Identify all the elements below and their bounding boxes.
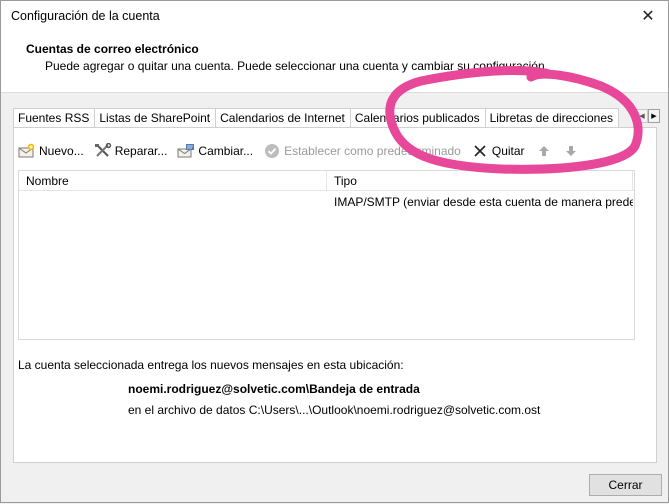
tab-strip: Fuentes RSS Listas de SharePoint Calenda… bbox=[13, 108, 620, 128]
tab-internet-calendars[interactable]: Calendarios de Internet bbox=[215, 108, 351, 128]
change-button[interactable]: Cambiar... bbox=[177, 143, 253, 159]
account-settings-window: Configuración de la cuenta ✕ Cuentas de … bbox=[0, 0, 669, 503]
new-button[interactable]: Nuevo... bbox=[18, 143, 84, 159]
header-panel: Cuentas de correo electrónico Puede agre… bbox=[1, 33, 668, 93]
delivery-location-text: La cuenta seleccionada entrega los nuevo… bbox=[18, 358, 404, 372]
repair-button[interactable]: Reparar... bbox=[94, 143, 168, 159]
tab-scroll: ◀ ▶ bbox=[636, 109, 660, 123]
set-default-button[interactable]: Establecer como predeterminado bbox=[263, 143, 461, 159]
tab-address-books[interactable]: Libretas de direcciones bbox=[484, 108, 620, 128]
column-header-type[interactable]: Tipo bbox=[327, 171, 633, 191]
account-name-cell bbox=[19, 193, 327, 211]
title-bar: Configuración de la cuenta ✕ bbox=[1, 1, 668, 33]
change-icon bbox=[177, 143, 195, 159]
table-row[interactable]: IMAP/SMTP (enviar desde esta cuenta de m… bbox=[19, 193, 634, 211]
remove-x-icon bbox=[471, 143, 489, 159]
tab-scroll-left-icon[interactable]: ◀ bbox=[636, 109, 648, 123]
toolbar: Nuevo... Reparar... Cambiar... Establece… bbox=[18, 141, 593, 161]
tab-rss-feeds[interactable]: Fuentes RSS bbox=[13, 108, 96, 128]
list-header: Nombre Tipo bbox=[19, 171, 634, 191]
tab-published-calendars[interactable]: Calendarios publicados bbox=[349, 108, 486, 128]
remove-button-label: Quitar bbox=[491, 144, 525, 158]
column-header-name[interactable]: Nombre bbox=[19, 171, 327, 191]
window-title: Configuración de la cuenta bbox=[11, 9, 160, 23]
remove-button[interactable]: Quitar bbox=[471, 143, 525, 159]
set-default-button-label: Establecer como predeterminado bbox=[284, 144, 461, 158]
new-account-icon bbox=[18, 143, 36, 159]
close-button[interactable]: Cerrar bbox=[589, 474, 662, 496]
accounts-list: Nombre Tipo IMAP/SMTP (enviar desde esta… bbox=[18, 170, 635, 340]
move-down-button[interactable] bbox=[562, 143, 583, 159]
header-title: Cuentas de correo electrónico bbox=[26, 42, 199, 56]
header-subtitle: Puede agregar o quitar una cuenta. Puede… bbox=[45, 59, 548, 73]
delivery-account: noemi.rodriguez@solvetic.com\Bandeja de … bbox=[128, 382, 420, 396]
new-button-label: Nuevo... bbox=[39, 144, 84, 158]
check-circle-icon bbox=[263, 143, 281, 159]
arrow-down-icon bbox=[562, 143, 580, 159]
data-file-path: en el archivo de datos C:\Users\...\Outl… bbox=[128, 403, 541, 417]
repair-button-label: Reparar... bbox=[114, 144, 168, 158]
account-type-cell: IMAP/SMTP (enviar desde esta cuenta de m… bbox=[334, 195, 633, 209]
move-up-button[interactable] bbox=[535, 143, 556, 159]
change-button-label: Cambiar... bbox=[198, 144, 254, 158]
repair-icon bbox=[94, 143, 112, 159]
arrow-up-icon bbox=[535, 143, 553, 159]
tab-sharepoint-lists[interactable]: Listas de SharePoint bbox=[94, 108, 217, 128]
close-icon[interactable]: ✕ bbox=[636, 5, 660, 27]
tab-scroll-right-icon[interactable]: ▶ bbox=[648, 109, 660, 123]
